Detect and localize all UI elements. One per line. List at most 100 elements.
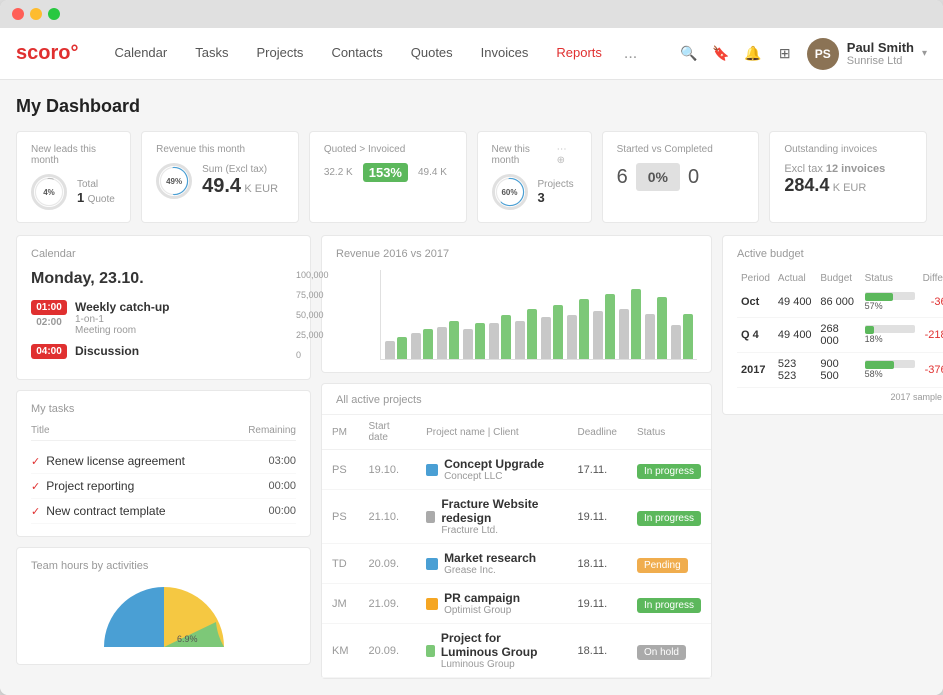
- budget-row-3: 2017 523 523 900 500 58% -376 977: [737, 353, 943, 388]
- proj-row-3[interactable]: TD 20.09. Market research Grease Inc.: [322, 544, 711, 584]
- page-title: My Dashboard: [16, 96, 927, 117]
- bar-9-2017: [605, 294, 615, 359]
- team-hours-title: Team hours by activities: [31, 560, 296, 572]
- proj2-name: Fracture Website redesign: [441, 497, 557, 525]
- bar-1-2016: [385, 341, 395, 359]
- proj2-client: Fracture Ltd.: [441, 525, 557, 536]
- stat-started: Started vs Completed 6 0% 0: [602, 131, 760, 223]
- task2-check-icon: ✓: [31, 481, 40, 493]
- nav-quotes[interactable]: Quotes: [399, 39, 465, 69]
- stat-leads-label: New leads this month: [31, 144, 116, 166]
- col-right: Active budget Period Actual Budget Statu…: [722, 235, 943, 679]
- proj3-status-badge: Pending: [637, 558, 688, 573]
- leads-pct: 4%: [36, 179, 62, 205]
- quoted-from: 32.2 K: [324, 167, 353, 178]
- stat-revenue-label: Revenue this month: [156, 144, 284, 155]
- projects-card: All active projects PM Start date Projec…: [321, 383, 712, 679]
- chart-container: 100,000 75,000 50,000 25,000 0: [336, 270, 697, 360]
- budget-col-budget: Budget: [816, 270, 860, 287]
- tasks-card: My tasks Title Remaining ✓Renew license …: [16, 390, 311, 537]
- quoted-to: 49.4 K: [418, 167, 447, 178]
- event1-time: 01:00: [31, 300, 67, 315]
- nav-calendar[interactable]: Calendar: [102, 39, 179, 69]
- bar-6-2017: [527, 309, 537, 359]
- logo[interactable]: scoro°: [16, 42, 78, 65]
- budget-row-2: Q 4 49 400 268 000 18% -218 600: [737, 318, 943, 353]
- event1-title: Weekly catch-up: [75, 300, 296, 314]
- user-info: Paul Smith Sunrise Ltd: [847, 40, 914, 67]
- stat-started-label: Started vs Completed: [617, 144, 745, 155]
- proj5-status: On hold: [627, 624, 711, 678]
- leads-total-label: Total: [77, 179, 115, 190]
- proj5-deadline: 18.11.: [567, 624, 626, 678]
- proj3-pm: TD: [322, 544, 359, 584]
- revenue-chart-title: Revenue 2016 vs 2017: [336, 248, 697, 260]
- task-row-3[interactable]: ✓New contract template 00:00: [31, 499, 296, 524]
- proj5-name: Project for Luminous Group: [441, 631, 558, 659]
- bar-12-2017: [683, 314, 693, 359]
- close-button[interactable]: [12, 8, 24, 20]
- stat-leads: New leads this month 4% Total 1 Quote: [16, 131, 131, 223]
- proj-row-4[interactable]: JM 21.09. PR campaign Optimist Group: [322, 584, 711, 624]
- quoted-badge: 153%: [363, 163, 408, 182]
- started-num1: 6: [617, 166, 628, 189]
- bar-4-2017: [475, 323, 485, 359]
- new-month-sub: Projects: [538, 179, 574, 190]
- proj-col-spacer: [542, 415, 568, 450]
- proj1-deadline: 17.11.: [567, 450, 626, 490]
- nav-reports[interactable]: Reports: [544, 39, 614, 69]
- user-chevron-icon: ▾: [922, 48, 927, 59]
- proj-col-pm: PM: [322, 415, 359, 450]
- avatar: PS: [807, 38, 839, 70]
- budget2-pct: 18%: [865, 334, 883, 344]
- tasks-col2: Remaining: [248, 425, 296, 436]
- calendar-event-2: 04:00 Discussion: [31, 344, 296, 359]
- minimize-button[interactable]: [30, 8, 42, 20]
- nav-invoices[interactable]: Invoices: [469, 39, 541, 69]
- proj5-name-cell: Project for Luminous Group Luminous Grou…: [416, 624, 567, 678]
- budget-col-period: Period: [737, 270, 774, 287]
- nav-projects[interactable]: Projects: [244, 39, 315, 69]
- bookmark-icon[interactable]: 🔖: [711, 44, 731, 64]
- add-icon[interactable]: ⊞: [775, 44, 795, 64]
- notifications-icon[interactable]: 🔔: [743, 44, 763, 64]
- nav-tasks[interactable]: Tasks: [183, 39, 240, 69]
- proj-row-1[interactable]: PS 19.10. Concept Upgrade Concept LLC: [322, 450, 711, 490]
- budget1-actual: 49 400: [774, 287, 816, 318]
- nav-more[interactable]: ...: [618, 39, 643, 69]
- nav-contacts[interactable]: Contacts: [319, 39, 394, 69]
- proj1-client: Concept LLC: [444, 471, 544, 482]
- col-left: Calendar Monday, 23.10. 01:00 02:00 Week…: [16, 235, 311, 679]
- task1-time: 03:00: [268, 455, 296, 467]
- user-area[interactable]: PS Paul Smith Sunrise Ltd ▾: [807, 38, 927, 70]
- bar-3-2017: [449, 321, 459, 359]
- proj1-name-cell: Concept Upgrade Concept LLC: [416, 450, 567, 490]
- y-label-50k: 50,000: [296, 310, 329, 320]
- budget2-bar: [865, 326, 874, 334]
- maximize-button[interactable]: [48, 8, 60, 20]
- revenue-amount: 49.4: [202, 175, 241, 197]
- new-month-more[interactable]: ⋯ ⊕: [557, 144, 577, 166]
- task-row-1[interactable]: ✓Renew license agreement 03:00: [31, 449, 296, 474]
- proj5-client: Luminous Group: [441, 659, 558, 670]
- calendar-date: Monday, 23.10.: [31, 270, 296, 288]
- proj4-name-cell: PR campaign Optimist Group: [416, 584, 567, 624]
- proj-row-2[interactable]: PS 21.10. Fracture Website redesign Frac…: [322, 490, 711, 544]
- bar-7-2016: [541, 317, 551, 359]
- proj4-name: PR campaign: [444, 591, 520, 605]
- search-icon[interactable]: 🔍: [679, 44, 699, 64]
- proj1-pm: PS: [322, 450, 359, 490]
- proj4-pm: JM: [322, 584, 359, 624]
- proj-row-5[interactable]: KM 20.09. Project for Luminous Group Lum…: [322, 624, 711, 678]
- bar-12-2016: [671, 325, 681, 359]
- pie-chart: 6.9%: [31, 582, 296, 652]
- budget1-budget: 86 000: [816, 287, 860, 318]
- y-axis-labels: 100,000 75,000 50,000 25,000 0: [296, 270, 329, 360]
- tasks-col1: Title: [31, 425, 50, 436]
- task-row-2[interactable]: ✓Project reporting 00:00: [31, 474, 296, 499]
- outstanding-amount: 284.4: [784, 175, 829, 195]
- tasks-title: My tasks: [31, 403, 296, 415]
- proj-col-start: Start date: [359, 415, 417, 450]
- proj1-start: 19.10.: [359, 450, 417, 490]
- budget3-actual: 523 523: [774, 353, 816, 388]
